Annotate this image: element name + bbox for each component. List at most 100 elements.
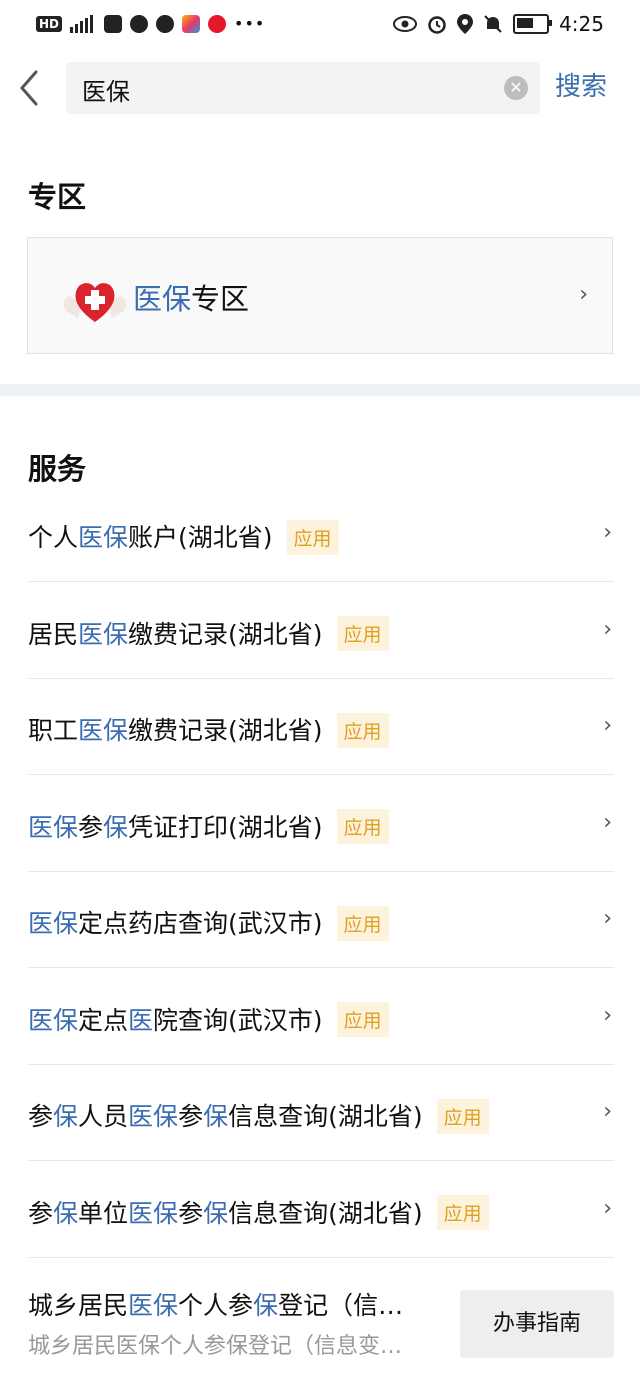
app-tag-badge: 应用: [436, 1195, 489, 1230]
keyword-highlight: 医保: [128, 1198, 179, 1228]
hands-cross-heart-icon: [63, 283, 127, 322]
status-right-icons: 4:25: [393, 12, 604, 36]
keyword-highlight: 医保: [128, 1102, 179, 1131]
keyword-highlight: 医保: [28, 909, 79, 938]
title-text: 人员: [78, 1102, 129, 1131]
service-item-title: 医保定点医院查询(武汉市) 应用: [28, 1001, 389, 1040]
service-item[interactable]: 居民医保缴费记录(湖北省) 应用 ›: [28, 583, 614, 679]
title-text: 账户(湖北省): [128, 523, 273, 552]
chevron-right-icon: ›: [579, 282, 588, 307]
service-item[interactable]: 参保单位医保参保信息查询(湖北省) 应用 ›: [28, 1162, 614, 1258]
service-item-title: 医保参保凭证打印(湖北省) 应用: [28, 808, 389, 847]
service-item-title: 医保定点药店查询(武汉市) 应用: [28, 904, 389, 943]
app-notification-icon: [104, 14, 123, 33]
battery-icon: [513, 14, 553, 34]
service-item[interactable]: 个人医保账户(湖北省) 应用 ›: [28, 486, 614, 582]
keyword-highlight: 保: [53, 1102, 79, 1131]
service-guide-title: 城乡居民医保个人参保登记（信…: [28, 1286, 442, 1322]
title-text: 缴费记录(湖北省): [128, 716, 323, 745]
zone-heading: 专区: [28, 180, 87, 214]
service-item[interactable]: 参保人员医保参保信息查询(湖北省) 应用 ›: [28, 1065, 614, 1161]
title-text: 院查询(武汉市): [153, 1005, 323, 1035]
search-box: ✕: [66, 62, 540, 114]
signal-icon: [70, 14, 94, 33]
title-text: 个人参: [178, 1291, 254, 1320]
alarm-icon: [428, 16, 446, 34]
service-item[interactable]: 医保定点医院查询(武汉市) 应用 ›: [28, 969, 614, 1065]
colorful-app-icon: [182, 14, 201, 33]
title-text: 个人: [28, 523, 79, 552]
keyword-highlight: 医保: [78, 619, 129, 649]
ball-icon: [156, 14, 175, 33]
mute-icon: [484, 15, 502, 33]
app-tag-badge: 应用: [336, 905, 389, 941]
weibo-icon: [208, 14, 227, 33]
search-button[interactable]: 搜索: [555, 66, 607, 103]
service-item[interactable]: 医保参保凭证打印(湖北省) 应用 ›: [28, 776, 614, 872]
title-text: 参: [28, 1198, 54, 1228]
service-item[interactable]: 职工医保缴费记录(湖北省) 应用 ›: [28, 679, 614, 775]
chevron-right-icon: ›: [603, 713, 612, 738]
service-item-title: 参保单位医保参保信息查询(湖北省) 应用: [28, 1194, 489, 1233]
title-text: 定点: [78, 1005, 129, 1035]
section-divider: [0, 384, 640, 396]
medical-insurance-zone-card[interactable]: 医保专区 ›: [27, 237, 613, 354]
app-tag-badge: 应用: [336, 809, 389, 844]
service-guide-item[interactable]: 城乡居民医保个人参保登记（信… 城乡居民医保个人参保登记（信息变… 办事指南: [28, 1278, 614, 1378]
more-notifications-icon: •••: [234, 14, 266, 33]
keyword-highlight: 医: [128, 1005, 154, 1035]
title-text: 凭证打印(湖北省): [128, 812, 323, 842]
keyword-highlight: 保: [103, 812, 129, 842]
chevron-right-icon: ›: [603, 1195, 612, 1221]
guide-button[interactable]: 办事指南: [460, 1290, 614, 1358]
title-text: 居民: [28, 619, 79, 649]
clear-icon[interactable]: ✕: [504, 76, 528, 100]
keyword-highlight: 保: [53, 1198, 79, 1228]
keyword-highlight: 医保: [128, 1291, 179, 1320]
title-text: 参: [28, 1102, 54, 1131]
service-item-title: 参保人员医保参保信息查询(湖北省) 应用: [28, 1097, 489, 1136]
eye-icon: [393, 16, 418, 32]
keyword-highlight: 保: [203, 1198, 229, 1228]
clock: 4:25: [559, 12, 604, 36]
chevron-right-icon: ›: [603, 1099, 612, 1124]
zone-title-rest: 专区: [191, 282, 250, 316]
app-tag-badge: 应用: [286, 519, 339, 555]
hand-icon: [130, 14, 149, 33]
search-input[interactable]: [80, 70, 494, 108]
keyword-highlight: 保: [253, 1291, 279, 1320]
title-text: 信息查询(湖北省): [228, 1198, 423, 1228]
service-item-title: 居民医保缴费记录(湖北省) 应用: [28, 615, 389, 654]
chevron-right-icon: ›: [603, 809, 612, 835]
app-tag-badge: 应用: [336, 1002, 389, 1037]
chevron-right-icon: ›: [603, 906, 612, 931]
title-text: 缴费记录(湖北省): [128, 619, 323, 649]
chevron-right-icon: ›: [603, 616, 612, 642]
title-text: 参: [178, 1198, 204, 1228]
service-item-title: 个人医保账户(湖北省) 应用: [28, 518, 339, 557]
chevron-right-icon: ›: [603, 1002, 612, 1028]
app-tag-badge: 应用: [436, 1098, 489, 1134]
title-text: 定点药店查询(武汉市): [78, 909, 323, 938]
location-icon: [457, 14, 474, 34]
service-guide-subtitle: 城乡居民医保个人参保登记（信息变…: [28, 1334, 403, 1359]
keyword-highlight: 保: [203, 1102, 229, 1131]
title-text: 参: [78, 812, 104, 842]
status-left-icons: HD •••: [36, 14, 265, 33]
service-item[interactable]: 医保定点药店查询(武汉市) 应用 ›: [28, 872, 614, 968]
title-text: 参: [178, 1102, 204, 1131]
status-bar: HD ••• 4:25: [0, 0, 640, 48]
service-item-title: 职工医保缴费记录(湖北省) 应用: [28, 711, 389, 750]
app-tag-badge: 应用: [336, 712, 389, 748]
zone-title: 医保专区: [133, 276, 249, 318]
chevron-right-icon: ›: [603, 520, 612, 545]
chevron-left-icon: [20, 70, 38, 106]
keyword-highlight: 医保: [78, 523, 129, 552]
hd-icon: HD: [36, 15, 63, 32]
title-text: 单位: [78, 1198, 129, 1228]
zone-title-highlight: 医保: [133, 282, 192, 316]
title-text: 城乡居民: [28, 1291, 129, 1320]
services-heading: 服务: [28, 452, 87, 486]
title-text: 信息查询(湖北省): [228, 1102, 423, 1131]
back-button[interactable]: [14, 68, 48, 108]
